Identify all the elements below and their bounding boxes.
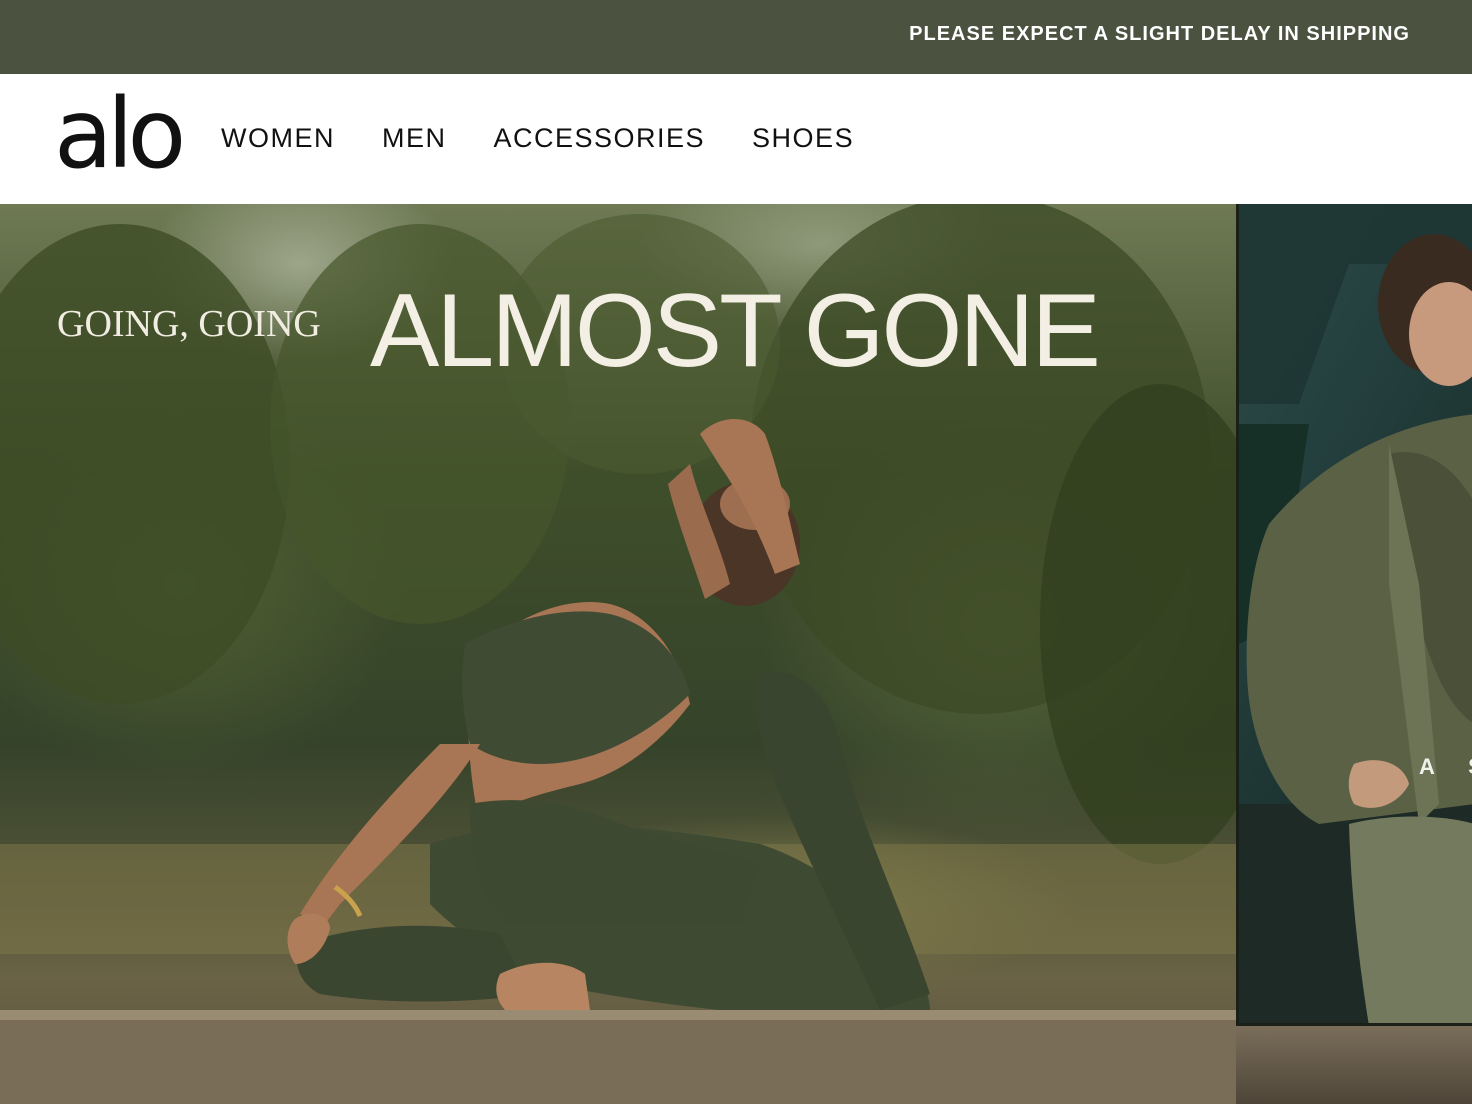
announcement-text: PLEASE EXPECT A SLIGHT DELAY IN SHIPPING xyxy=(909,23,1410,45)
hero-headline[interactable]: ALMOST GONE xyxy=(370,266,1101,396)
hero-slide-next[interactable]: A S xyxy=(1236,204,1472,1026)
site-header: alo WOMEN MEN ACCESSORIES SHOES xyxy=(0,74,1472,204)
nav-item-shoes[interactable]: SHOES xyxy=(752,122,854,154)
announcement-bar: PLEASE EXPECT A SLIGHT DELAY IN SHIPPING xyxy=(0,0,1472,74)
nav-item-men[interactable]: MEN xyxy=(382,122,447,154)
hero-slide-yoga[interactable]: GOING, GOING ALMOST GONE xyxy=(0,204,1236,1104)
hero-kicker: GOING, GOING xyxy=(57,303,321,345)
next-slide-text: A S xyxy=(1419,754,1472,779)
nav-item-accessories[interactable]: ACCESSORIES xyxy=(493,122,705,154)
hero-photo-jacket-model xyxy=(1239,204,1472,1023)
main-nav: WOMEN MEN ACCESSORIES SHOES xyxy=(221,122,901,154)
hero-ledge-strip xyxy=(1236,1026,1472,1104)
hero-carousel: GOING, GOING ALMOST GONE A S xyxy=(0,204,1472,1104)
nav-item-women[interactable]: WOMEN xyxy=(221,122,335,154)
alo-logo[interactable]: alo xyxy=(54,84,186,184)
